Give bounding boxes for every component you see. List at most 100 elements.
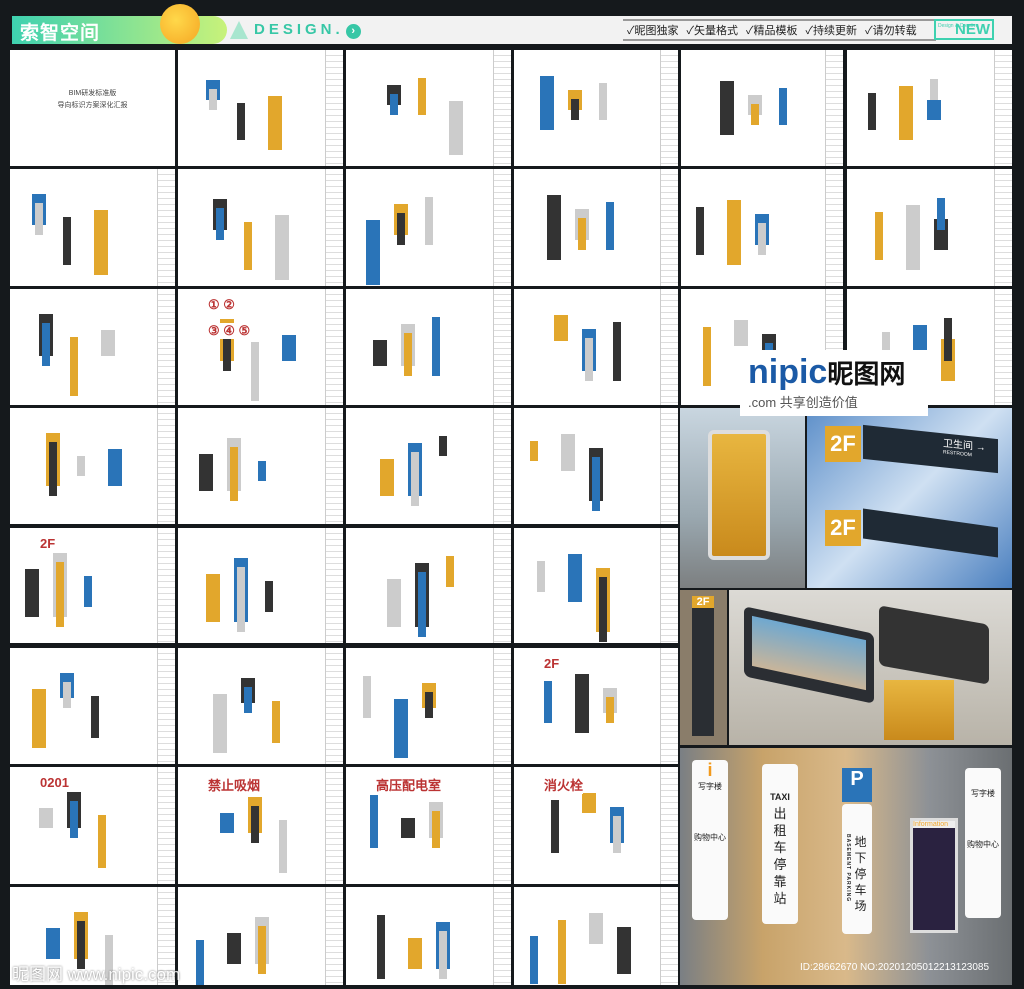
drawing-element	[227, 933, 241, 964]
photo-2f-signs[interactable]: 2F 卫生间 → RESTROOM 2F	[807, 408, 1012, 588]
drawing-thumbnail[interactable]	[10, 169, 175, 286]
drawing-thumbnail[interactable]	[514, 408, 678, 524]
title-block	[493, 408, 511, 524]
drawing-thumbnail[interactable]: 2F	[514, 648, 678, 764]
drawing-thumbnail[interactable]	[10, 648, 175, 764]
drawing-thumbnail[interactable]	[514, 887, 678, 985]
title-block	[325, 887, 343, 985]
thumbnail-label: ① ②	[208, 297, 235, 313]
drawing-thumbnail[interactable]	[514, 169, 678, 286]
drawing-thumbnail[interactable]	[178, 408, 343, 524]
drawing-element	[39, 808, 53, 828]
drawing-thumbnail[interactable]: 2F	[10, 528, 175, 643]
photo-kiosk[interactable]	[680, 408, 805, 588]
new-small: Design & Creative	[938, 23, 979, 29]
drawing-element	[209, 89, 217, 110]
drawing-element	[613, 816, 621, 853]
drawing-element	[540, 76, 554, 130]
drawing-element	[408, 938, 422, 969]
drawing-element	[734, 320, 748, 346]
header-banner: 索智空间 DESIGN. › ✓昵图独家 ✓矢量格式 ✓精品模板 ✓持续更新 ✓请…	[12, 4, 1012, 44]
drawing-thumbnail[interactable]	[681, 50, 843, 166]
photo-kiosk-table[interactable]	[729, 590, 1012, 745]
drawing-element	[49, 442, 57, 496]
drawing-thumbnail[interactable]	[178, 528, 343, 643]
drawing-element	[418, 78, 426, 115]
drawing-thumbnail[interactable]: 高压配电室	[346, 767, 511, 884]
drawing-element	[589, 913, 603, 944]
drawing-element	[101, 330, 115, 356]
photo-pole[interactable]: 2F	[680, 590, 727, 745]
new-badge: Design & Creative NEW	[934, 19, 994, 40]
title-block	[660, 528, 678, 643]
drawing-thumbnail[interactable]: 0201	[10, 767, 175, 884]
drawing-thumbnail[interactable]	[514, 528, 678, 643]
drawing-thumbnail[interactable]	[178, 887, 343, 985]
drawing-element	[282, 335, 296, 361]
drawing-element	[251, 342, 259, 401]
drawing-element	[758, 223, 766, 255]
title-block	[994, 169, 1012, 286]
pole-floor: 2F	[692, 596, 714, 608]
post-text: 购物中心	[694, 833, 726, 842]
title-block	[325, 648, 343, 764]
thumbnail-label: 2F	[40, 536, 56, 551]
photo-wayfinding-posts[interactable]: i 写字楼 购物中心 TAXI 出租车停靠站 P 地下停车场 BASEMENT PARKI…	[680, 748, 1012, 985]
drawing-thumbnail[interactable]	[847, 50, 1012, 166]
title-block	[325, 408, 343, 524]
drawing-thumbnail[interactable]	[10, 289, 175, 405]
drawing-element	[244, 222, 252, 270]
drawing-thumbnail[interactable]	[178, 648, 343, 764]
drawing-thumbnail[interactable]	[346, 50, 511, 166]
drawing-element	[251, 806, 259, 843]
tag: ✓请勿转载	[865, 25, 917, 37]
drawing-element	[370, 795, 378, 848]
drawing-thumbnail[interactable]	[346, 887, 511, 985]
cover-thumbnail[interactable]: BIM研发标准版 导向标识方案深化汇报	[10, 50, 175, 166]
thumbnail-label: 高压配电室	[376, 775, 442, 794]
floor-badge: 2F	[825, 426, 861, 462]
title-block	[994, 50, 1012, 166]
kiosk-shape	[708, 430, 770, 560]
drawing-thumbnail[interactable]: 消火栓	[514, 767, 678, 884]
direction-post: 写字楼 购物中心	[965, 768, 1001, 918]
drawing-element	[537, 561, 545, 592]
drawing-thumbnail[interactable]	[178, 169, 343, 286]
title-block	[660, 289, 678, 405]
drawing-element	[401, 818, 415, 838]
drawing-thumbnail[interactable]	[514, 50, 678, 166]
drawing-thumbnail[interactable]	[346, 528, 511, 643]
drawing-element	[696, 207, 704, 255]
drawing-thumbnail[interactable]	[10, 408, 175, 524]
title-block	[660, 767, 678, 884]
title-block	[493, 50, 511, 166]
drawing-thumbnail[interactable]: ① ② ③ ④ ⑤	[178, 289, 343, 405]
drawing-thumbnail[interactable]	[346, 648, 511, 764]
drawing-element	[439, 436, 447, 456]
drawing-thumbnail[interactable]	[346, 289, 511, 405]
drawing-element	[558, 920, 566, 984]
drawing-thumbnail[interactable]	[681, 169, 843, 286]
taxi-label: TAXI	[770, 792, 790, 802]
drawing-element	[617, 927, 631, 974]
title-block	[325, 169, 343, 286]
drawing-thumbnail[interactable]: 禁止吸烟	[178, 767, 343, 884]
drawing-element	[599, 577, 607, 642]
drawing-thumbnail[interactable]	[346, 169, 511, 286]
thumbnail-label: 消火栓	[544, 775, 584, 794]
drawing-element	[206, 574, 220, 622]
drawing-element	[390, 94, 398, 115]
drawing-thumbnail[interactable]	[178, 50, 343, 166]
title-block	[825, 169, 843, 286]
drawing-thumbnail[interactable]	[514, 289, 678, 405]
drawing-element	[70, 337, 78, 396]
drawing-element	[216, 208, 224, 240]
drawing-thumbnail[interactable]	[847, 169, 1012, 286]
drawing-thumbnail[interactable]	[346, 408, 511, 524]
title-block	[660, 169, 678, 286]
drawing-element	[199, 454, 213, 491]
drawing-element	[913, 325, 927, 351]
drawing-element	[237, 103, 245, 140]
drawing-element	[275, 215, 289, 280]
drawing-element	[530, 441, 538, 461]
